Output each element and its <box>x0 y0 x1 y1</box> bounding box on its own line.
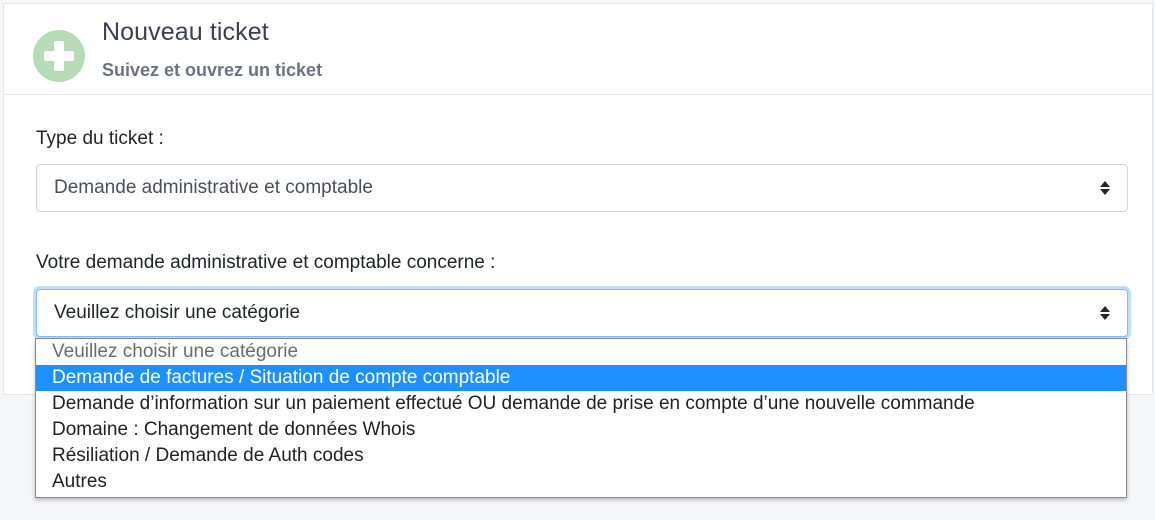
dropdown-option[interactable]: Autres <box>36 469 1126 495</box>
select-arrows-icon <box>1099 305 1111 327</box>
category-dropdown-list: Veuillez choisir une catégorie Demande d… <box>35 338 1127 498</box>
plus-circle-icon <box>33 30 85 82</box>
select-arrows-icon <box>1099 180 1111 202</box>
ticket-type-label: Type du ticket : <box>36 128 164 149</box>
dropdown-option[interactable]: Veuillez choisir une catégorie <box>36 339 1126 365</box>
dropdown-option[interactable]: Demande d’information sur un paiement ef… <box>36 391 1126 417</box>
dropdown-option[interactable]: Domaine : Changement de données Whois <box>36 417 1126 443</box>
dropdown-option[interactable]: Résiliation / Demande de Auth codes <box>36 443 1126 469</box>
ticket-type-select[interactable]: Demande administrative et comptable <box>36 164 1128 212</box>
category-select[interactable]: Veuillez choisir une catégorie <box>36 289 1128 337</box>
ticket-type-value: Demande administrative et comptable <box>54 177 373 198</box>
category-label: Votre demande administrative et comptabl… <box>36 252 496 273</box>
page-title: Nouveau ticket <box>102 18 269 46</box>
new-ticket-card: Nouveau ticket Suivez et ouvrez un ticke… <box>3 3 1153 395</box>
category-value: Veuillez choisir une catégorie <box>54 302 301 323</box>
card-header: Nouveau ticket Suivez et ouvrez un ticke… <box>4 4 1152 95</box>
dropdown-option[interactable]: Demande de factures / Situation de compt… <box>36 365 1126 391</box>
page-subtitle: Suivez et ouvrez un ticket <box>102 60 323 80</box>
